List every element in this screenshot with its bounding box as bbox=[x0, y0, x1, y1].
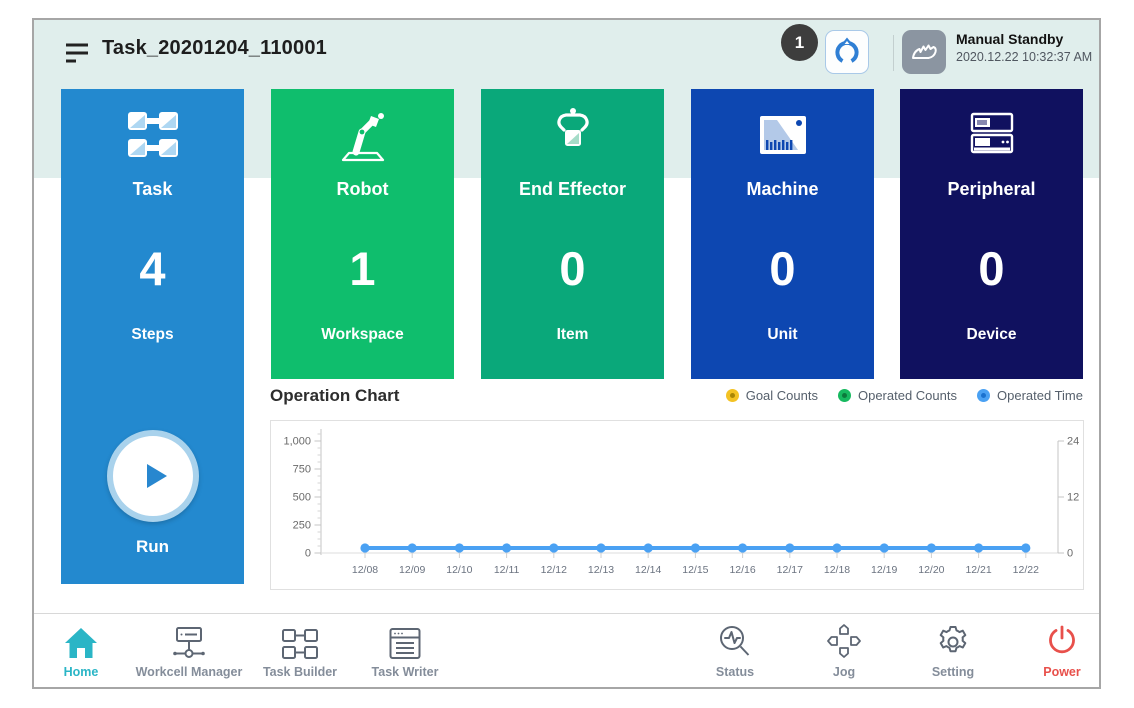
svg-text:12/14: 12/14 bbox=[635, 564, 661, 576]
svg-text:1,000: 1,000 bbox=[283, 436, 311, 448]
legend-label: Goal Counts bbox=[746, 388, 818, 403]
card-value: 4 bbox=[61, 241, 244, 296]
card-robot[interactable]: Robot 1 Workspace bbox=[271, 89, 454, 379]
card-unit: Device bbox=[900, 326, 1083, 344]
run-label: Run bbox=[61, 537, 244, 557]
card-value: 0 bbox=[900, 241, 1083, 296]
play-icon bbox=[133, 456, 173, 496]
svg-text:12/15: 12/15 bbox=[682, 564, 708, 576]
nav-power[interactable]: Power bbox=[997, 622, 1101, 679]
legend-operated-time: Operated Time bbox=[977, 388, 1083, 403]
gripper-mode-button[interactable] bbox=[825, 30, 869, 74]
svg-text:12/20: 12/20 bbox=[918, 564, 944, 576]
status-label: Manual Standby bbox=[956, 32, 1092, 46]
svg-text:12/21: 12/21 bbox=[965, 564, 991, 576]
legend-label: Operated Time bbox=[997, 388, 1083, 403]
svg-text:750: 750 bbox=[293, 464, 311, 476]
svg-text:12/18: 12/18 bbox=[824, 564, 850, 576]
svg-text:12/19: 12/19 bbox=[871, 564, 897, 576]
card-title: Robot bbox=[271, 179, 454, 200]
machine-icon bbox=[691, 105, 874, 165]
card-value: 0 bbox=[481, 241, 664, 296]
svg-text:12: 12 bbox=[1067, 492, 1079, 504]
run-button[interactable] bbox=[107, 430, 199, 522]
svg-text:12/11: 12/11 bbox=[494, 564, 520, 576]
app-window: Task_20201204_110001 1 Manual Standby 20… bbox=[32, 18, 1101, 689]
svg-text:250: 250 bbox=[293, 520, 311, 532]
nav-task-writer[interactable]: Task Writer bbox=[340, 622, 470, 679]
task-icon bbox=[61, 105, 244, 165]
svg-text:0: 0 bbox=[305, 548, 311, 560]
robot-status: Manual Standby 2020.12.22 10:32:37 AM bbox=[956, 32, 1092, 64]
svg-text:24: 24 bbox=[1067, 436, 1079, 448]
hand-icon bbox=[909, 37, 939, 67]
svg-text:12/10: 12/10 bbox=[446, 564, 472, 576]
card-title: End Effector bbox=[481, 179, 664, 200]
end-effector-icon bbox=[481, 105, 664, 165]
legend-goal-counts: Goal Counts bbox=[726, 388, 818, 403]
svg-text:12/13: 12/13 bbox=[588, 564, 614, 576]
nav-label: Task Writer bbox=[340, 665, 470, 679]
svg-text:12/09: 12/09 bbox=[399, 564, 425, 576]
svg-text:12/08: 12/08 bbox=[352, 564, 378, 576]
operated-counts-dot-icon bbox=[838, 389, 851, 402]
power-icon bbox=[997, 622, 1101, 660]
svg-text:12/12: 12/12 bbox=[541, 564, 567, 576]
operated-time-dot-icon bbox=[977, 389, 990, 402]
card-end-effector[interactable]: End Effector 0 Item bbox=[481, 89, 664, 379]
goal-counts-dot-icon bbox=[726, 389, 739, 402]
gripper-icon bbox=[832, 37, 862, 67]
card-unit: Workspace bbox=[271, 326, 454, 344]
card-title: Task bbox=[61, 179, 244, 200]
card-title: Machine bbox=[691, 179, 874, 200]
bottom-nav: Home Workcell Manager bbox=[34, 613, 1099, 687]
peripheral-icon bbox=[900, 105, 1083, 165]
task-title: Task_20201204_110001 bbox=[102, 37, 327, 60]
svg-text:12/16: 12/16 bbox=[729, 564, 755, 576]
card-title: Peripheral bbox=[900, 179, 1083, 200]
status-timestamp: 2020.12.22 10:32:37 AM bbox=[956, 51, 1092, 64]
operation-chart-title: Operation Chart bbox=[270, 386, 399, 406]
screen: Task_20201204_110001 1 Manual Standby 20… bbox=[0, 0, 1134, 708]
svg-text:12/17: 12/17 bbox=[777, 564, 803, 576]
svg-text:500: 500 bbox=[293, 492, 311, 504]
svg-text:0: 0 bbox=[1067, 548, 1073, 560]
callout-badge-1: 1 bbox=[781, 24, 818, 61]
card-unit: Steps bbox=[61, 326, 244, 344]
operation-chart-plot: 0 250 500 750 1,000 0 12 24 12/08 12/09 12/10 12/11… bbox=[271, 421, 1083, 589]
svg-text:12/22: 12/22 bbox=[1013, 564, 1039, 576]
robot-mode-button[interactable] bbox=[902, 30, 946, 74]
card-unit: Unit bbox=[691, 326, 874, 344]
menu-button[interactable] bbox=[64, 42, 90, 64]
chart-legend: Goal Counts Operated Counts Operated Tim… bbox=[726, 388, 1083, 403]
card-machine[interactable]: Machine 0 Unit bbox=[691, 89, 874, 379]
legend-label: Operated Counts bbox=[858, 388, 957, 403]
card-task[interactable]: Task 4 Steps Run bbox=[61, 89, 244, 584]
card-peripheral[interactable]: Peripheral 0 Device bbox=[900, 89, 1083, 379]
card-unit: Item bbox=[481, 326, 664, 344]
header-divider bbox=[893, 35, 894, 71]
robot-icon bbox=[271, 105, 454, 165]
hamburger-icon bbox=[64, 42, 90, 64]
card-value: 1 bbox=[271, 241, 454, 296]
operation-chart[interactable]: 0 250 500 750 1,000 0 12 24 12/08 12/09 12/10 12/11… bbox=[270, 420, 1084, 590]
legend-operated-counts: Operated Counts bbox=[838, 388, 957, 403]
nav-label: Power bbox=[997, 665, 1101, 679]
card-value: 0 bbox=[691, 241, 874, 296]
task-writer-icon bbox=[340, 622, 470, 660]
